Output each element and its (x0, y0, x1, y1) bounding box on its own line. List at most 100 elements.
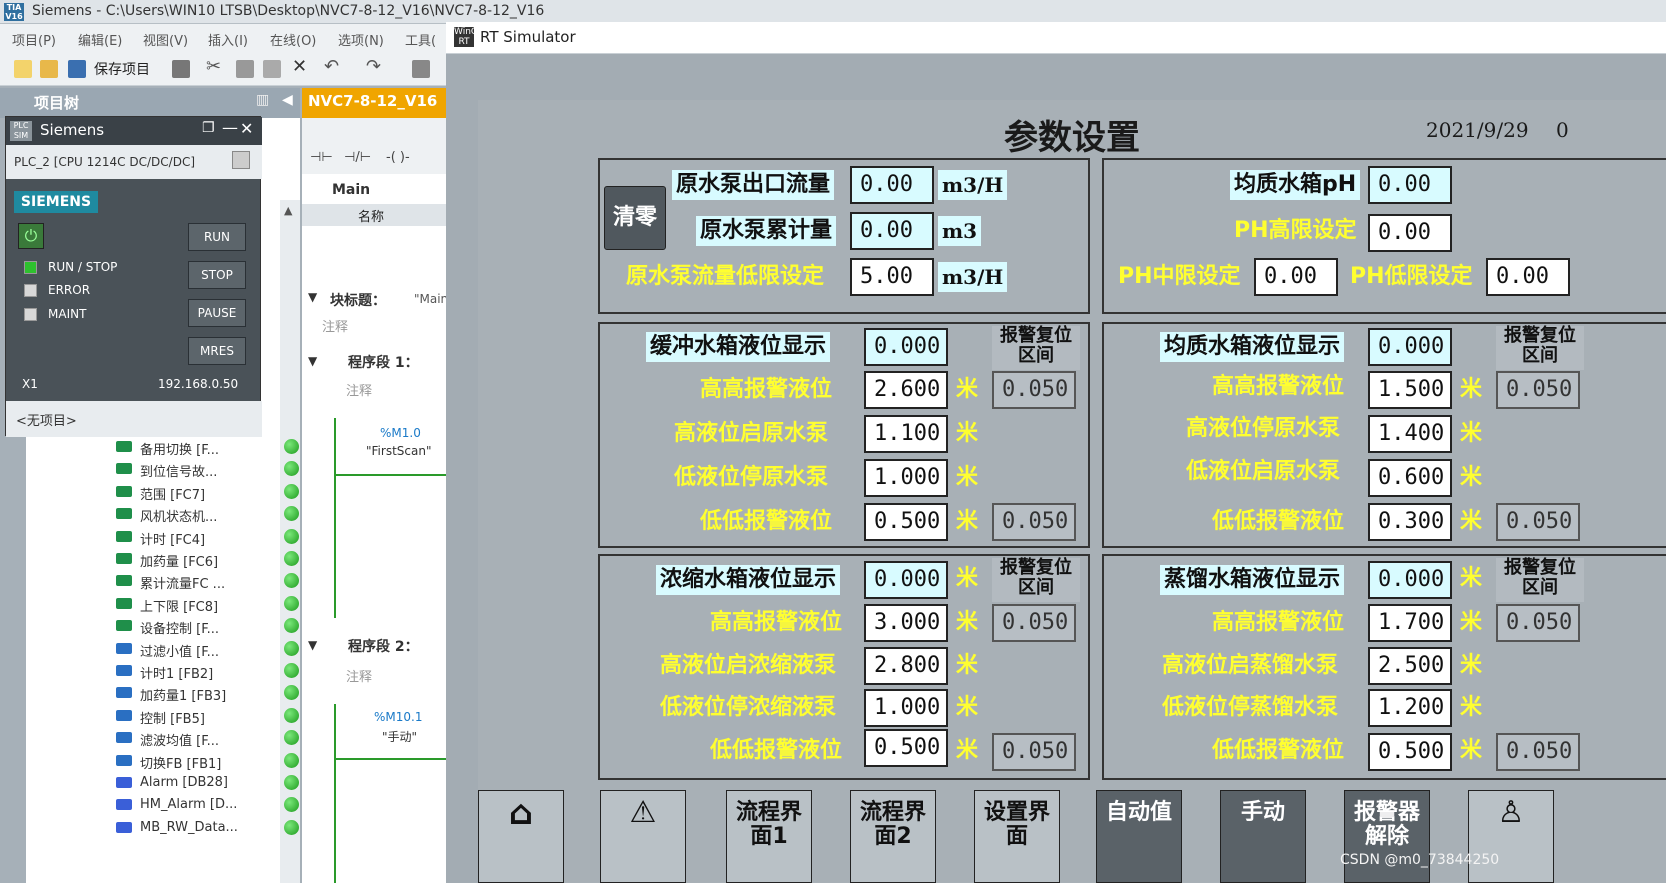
manual-button[interactable]: 手动 (1220, 790, 1306, 883)
flow-screen-2-button[interactable]: 流程界面2 (850, 790, 936, 883)
dist-h-input[interactable]: 2.500 (1368, 647, 1452, 685)
buffer-hh-reset[interactable]: 0.050 (992, 371, 1076, 409)
buffer-ll-reset[interactable]: 0.050 (992, 503, 1076, 541)
conc-l-input[interactable]: 1.000 (864, 689, 948, 727)
homog-hh-label: 高高报警液位 (1212, 374, 1345, 399)
menu-tools[interactable]: 工具( (405, 30, 436, 49)
user-button[interactable]: ♙ (1468, 790, 1554, 883)
homog-hh-reset[interactable]: 0.050 (1496, 371, 1580, 409)
tree-item[interactable]: 上下限 [FC8] (116, 593, 306, 615)
contact-no-icon[interactable]: ⊣⊢ (310, 150, 333, 165)
buffer-h-label: 高液位启原水泵 (674, 421, 829, 446)
pause-button[interactable]: PAUSE (188, 299, 246, 327)
wincc-logo-icon: WinCC RT (454, 27, 484, 47)
segment2-expand-icon[interactable]: ▼ (308, 638, 317, 652)
alarm-release-button[interactable]: 报警器解除 (1344, 790, 1430, 883)
maint-led (24, 308, 37, 321)
tree-item[interactable]: 过滤小值 [F... (116, 638, 306, 660)
coil-icon[interactable]: -( )- (386, 150, 410, 165)
menu-options[interactable]: 选项(N) (338, 30, 384, 49)
buffer-ll-input[interactable]: 0.500 (864, 503, 948, 541)
tree-item[interactable]: 风机状态机... (116, 503, 306, 525)
tree-item[interactable]: 范围 [FC7] (116, 481, 306, 503)
device-config-icon[interactable] (232, 151, 250, 169)
tree-item[interactable]: Alarm [DB28] (116, 772, 306, 794)
dist-hh-reset[interactable]: 0.050 (1496, 604, 1580, 642)
homog-l-input[interactable]: 0.600 (1368, 459, 1452, 497)
tree-item[interactable]: 计时1 [FB2] (116, 660, 306, 682)
conc-level-unit: 米 (956, 566, 979, 591)
conc-l-unit: 米 (956, 695, 979, 720)
rt-title: RT Simulator (480, 28, 576, 46)
clear-button[interactable]: 清零 (604, 186, 666, 250)
program-tab[interactable]: NVC7-8-12_V16 (302, 88, 450, 118)
close-icon[interactable]: ✕ (240, 119, 253, 138)
block-comment[interactable]: 注释 (322, 316, 348, 335)
home-button[interactable]: ⌂ (478, 790, 564, 883)
ph-low-input[interactable]: 0.00 (1486, 258, 1570, 296)
conc-ll-input[interactable]: 0.500 (864, 729, 948, 767)
tree-item[interactable]: 计时 [FC4] (116, 526, 306, 548)
segment2-comment[interactable]: 注释 (346, 666, 372, 685)
tree-item[interactable]: 设备控制 [F... (116, 615, 306, 637)
tree-item-label: 设备控制 [F... (140, 622, 219, 638)
settings-screen-button[interactable]: 设置界面 (974, 790, 1060, 883)
run-button[interactable]: RUN (188, 223, 246, 251)
segment1-comment[interactable]: 注释 (346, 380, 372, 399)
plcsim-footer: <无项目> (6, 401, 262, 437)
redo-icon[interactable]: ↷ (366, 56, 381, 77)
tree-item[interactable]: MB_RW_Data... (116, 817, 306, 839)
alarm-view-button[interactable]: ⚠ (600, 790, 686, 883)
function-icon (116, 485, 132, 497)
homog-h-input[interactable]: 1.400 (1368, 415, 1452, 453)
tree-item[interactable]: 到位信号故... (116, 458, 306, 480)
tree-item[interactable]: 加药量 [FC6] (116, 548, 306, 570)
online-status-icon (284, 752, 299, 768)
tree-item[interactable]: HM_Alarm [D... (116, 794, 306, 816)
tree-item[interactable]: 滤波均值 [F... (116, 727, 306, 749)
minimize-icon[interactable]: — (222, 118, 238, 137)
tree-item[interactable]: 加药量1 [FB3] (116, 682, 306, 704)
tree-item[interactable]: 累计流量FC ... (116, 570, 306, 592)
homog-hh-input[interactable]: 1.500 (1368, 371, 1452, 409)
contact-nc-icon[interactable]: ⊣/⊢ (344, 150, 371, 165)
homog-ll-input[interactable]: 0.300 (1368, 503, 1452, 541)
tree-item[interactable]: 切换FB [FB1] (116, 750, 306, 772)
tree-item-label: 到位信号故... (140, 465, 218, 481)
tree-item-label: 备用切换 [F... (140, 443, 219, 458)
restore-icon[interactable]: ❐ (202, 120, 215, 136)
buffer-l-input[interactable]: 1.000 (864, 459, 948, 497)
delete-icon[interactable]: ✕ (292, 56, 307, 77)
dist-ll-reset[interactable]: 0.050 (1496, 733, 1580, 771)
expand-icon[interactable]: ▼ (308, 290, 317, 304)
tree-item[interactable]: 控制 [FB5] (116, 705, 306, 727)
ph-mid-input[interactable]: 0.00 (1254, 258, 1338, 296)
tree-item-label: 滤波均值 [F... (140, 734, 219, 750)
homog-ll-reset[interactable]: 0.050 (1496, 503, 1580, 541)
dist-l-input[interactable]: 1.200 (1368, 689, 1452, 727)
conc-hh-reset[interactable]: 0.050 (992, 604, 1076, 642)
block-title-value: "Main (414, 292, 449, 306)
homog-level-value: 0.000 (1368, 328, 1452, 366)
undo-icon[interactable]: ↶ (324, 56, 339, 77)
dist-hh-input[interactable]: 1.700 (1368, 604, 1452, 642)
flow-low-limit-input[interactable]: 5.00 (850, 258, 934, 296)
conc-h-input[interactable]: 2.800 (864, 647, 948, 685)
online-status-icon (284, 685, 299, 701)
conc-hh-input[interactable]: 3.000 (864, 604, 948, 642)
buffer-h-input[interactable]: 1.100 (864, 415, 948, 453)
conc-ll-reset[interactable]: 0.050 (992, 733, 1076, 771)
tree-item[interactable]: 备用切换 [F... (116, 436, 306, 458)
mres-button[interactable]: MRES (188, 337, 246, 365)
auto-value-button[interactable]: 自动值 (1096, 790, 1182, 883)
buffer-hh-input[interactable]: 2.600 (864, 371, 948, 409)
error-label: ERROR (48, 283, 91, 297)
conc-ll-label: 低低报警液位 (710, 738, 843, 763)
ph-high-input[interactable]: 0.00 (1368, 214, 1452, 252)
power-icon[interactable]: ⏻ (18, 223, 44, 249)
stop-button[interactable]: STOP (188, 261, 246, 289)
dist-ll-input[interactable]: 0.500 (1368, 733, 1452, 771)
flow-screen-1-button[interactable]: 流程界面1 (726, 790, 812, 883)
segment1-expand-icon[interactable]: ▼ (308, 354, 317, 368)
compile-icon[interactable] (412, 60, 430, 78)
